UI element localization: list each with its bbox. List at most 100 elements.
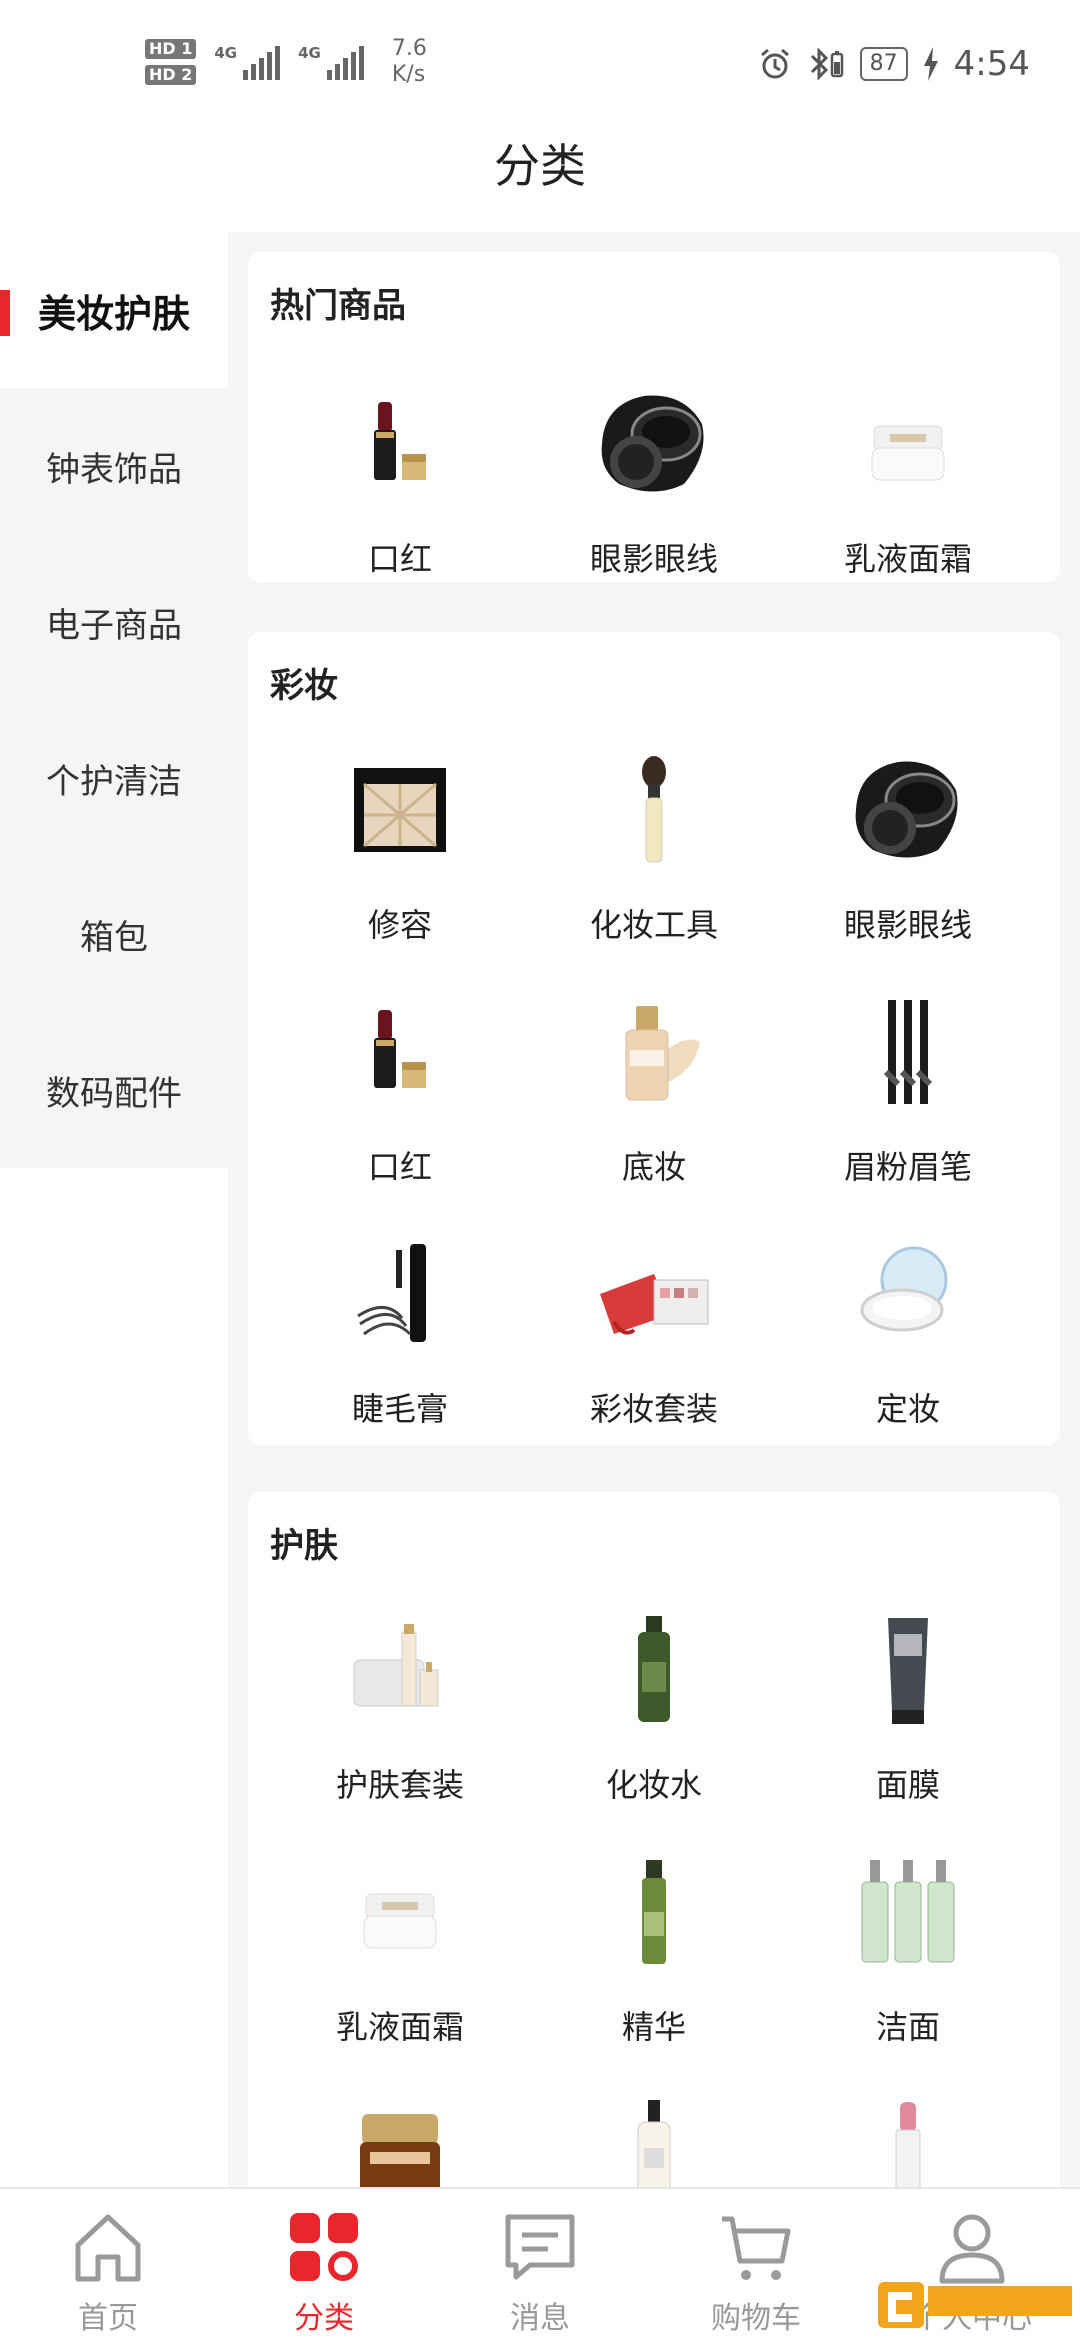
page-title: 分类 xyxy=(494,139,586,193)
lipstick-icon xyxy=(374,1010,426,1088)
category-item-label: 眼影眼线 xyxy=(843,906,972,944)
lip-balm-icon xyxy=(895,2102,921,2187)
category-item-label: 底妆 xyxy=(621,1148,686,1186)
signal-icon-2: 4G xyxy=(298,44,364,80)
watermark-logo xyxy=(878,2282,1072,2328)
category-item[interactable]: 乳液面霜 xyxy=(280,1852,520,2072)
category-item-label: 眼影眼线 xyxy=(589,540,718,578)
category-item[interactable]: 修容 xyxy=(280,750,520,970)
oil-bottle-icon xyxy=(637,2100,671,2187)
sidebar-item-digital-accessories[interactable]: 数码配件 xyxy=(0,1012,228,1168)
category-sidebar: 美妆护肤 钟表饰品 电子商品 个护清洁 箱包 数码配件 xyxy=(0,232,228,1168)
category-item-label: 定妆 xyxy=(875,1390,940,1428)
sidebar-item-personal-care[interactable]: 个护清洁 xyxy=(0,700,228,856)
category-content[interactable]: 热门商品 口红 眼影眼线 乳液面霜 彩妆 修容 化妆工具 眼影眼线 口红 底妆 … xyxy=(228,232,1080,2187)
category-item[interactable]: 乳液面霜 xyxy=(788,384,1028,604)
toner-bottle-icon xyxy=(638,1616,670,1722)
category-item-label: 精华 xyxy=(621,2008,686,2046)
signal-icon-1: 4G xyxy=(214,44,281,80)
category-item-label: 彩妆套装 xyxy=(589,1390,718,1428)
home-icon xyxy=(75,2214,141,2282)
hd-badge-1: HD 1 xyxy=(145,39,197,59)
category-item[interactable]: 口红 xyxy=(280,992,520,1212)
bluetooth-battery-icon xyxy=(810,47,843,81)
nav-label: 消息 xyxy=(510,2301,570,2336)
category-item[interactable]: 精华 xyxy=(534,1852,774,2072)
serum-bottle-icon xyxy=(642,1860,666,1964)
sidebar-item-beauty[interactable]: 美妆护肤 xyxy=(0,232,228,388)
cleanser-bottles-icon xyxy=(861,1860,955,1963)
foundation-bottle-icon xyxy=(625,1006,700,1101)
category-item-label: 口红 xyxy=(367,540,432,578)
category-item-label: 眉粉眉笔 xyxy=(843,1148,972,1186)
eyeliner-jar-icon xyxy=(601,395,704,492)
category-item[interactable] xyxy=(280,2094,520,2187)
nav-label: 分类 xyxy=(294,2301,354,2336)
category-item[interactable]: 眼影眼线 xyxy=(534,384,774,604)
nav-cart[interactable]: 购物车 xyxy=(656,2207,856,2337)
network-speed: 7.6 K/s xyxy=(391,36,427,87)
section-makeup: 彩妆 修容 化妆工具 眼影眼线 口红 底妆 眉粉眉笔 睫毛膏 彩妆套装 定妆 xyxy=(248,632,1060,1445)
powder-compact-icon xyxy=(860,1246,948,1332)
sidebar-item-label: 数码配件 xyxy=(46,1073,182,1114)
mask-tube-icon xyxy=(888,1618,928,1724)
category-item[interactable]: 彩妆套装 xyxy=(534,1234,774,1454)
section-skincare: 护肤 护肤套装 化妆水 面膜 乳液面霜 精华 洁面 xyxy=(248,1492,1060,2187)
clock: 4:54 xyxy=(953,44,1030,84)
sidebar-item-electronics[interactable]: 电子商品 xyxy=(0,544,228,700)
brow-pencil-icon xyxy=(883,1000,933,1104)
nav-home[interactable]: 首页 xyxy=(8,2207,208,2337)
lipstick-icon xyxy=(374,402,426,480)
nav-messages[interactable]: 消息 xyxy=(440,2207,640,2337)
section-hot-products: 热门商品 口红 眼影眼线 乳液面霜 xyxy=(248,252,1060,582)
alarm-icon xyxy=(760,48,789,79)
category-item[interactable]: 眼影眼线 xyxy=(788,750,1028,970)
nav-label: 购物车 xyxy=(711,2301,801,2336)
cream-jar-icon xyxy=(871,425,945,481)
category-item[interactable]: 口红 xyxy=(280,384,520,604)
section-title: 彩妆 xyxy=(270,666,338,706)
cream-jar-icon xyxy=(363,1893,437,1949)
mascara-icon xyxy=(357,1244,426,1342)
section-title: 护肤 xyxy=(270,1526,338,1566)
category-item-label: 乳液面霜 xyxy=(335,2008,464,2046)
category-item-label: 乳液面霜 xyxy=(843,540,972,578)
makeup-brush-icon xyxy=(642,756,666,863)
eyeliner-jar-icon xyxy=(855,761,958,858)
category-item[interactable]: 睫毛膏 xyxy=(280,1234,520,1454)
sidebar-item-bags[interactable]: 箱包 xyxy=(0,856,228,1012)
category-item[interactable] xyxy=(788,2094,1028,2187)
bottom-navigation: 首页 分类 消息 购物车 个人中心 xyxy=(0,2187,1080,2340)
sidebar-item-label: 钟表饰品 xyxy=(46,449,182,490)
category-item[interactable]: 底妆 xyxy=(534,992,774,1212)
category-item[interactable]: 护肤套装 xyxy=(280,1610,520,1830)
sidebar-item-watches-jewelry[interactable]: 钟表饰品 xyxy=(0,388,228,544)
category-item[interactable]: 化妆水 xyxy=(534,1610,774,1830)
category-item-label: 睫毛膏 xyxy=(351,1390,448,1428)
nav-category[interactable]: 分类 xyxy=(224,2207,424,2337)
sidebar-item-label: 箱包 xyxy=(80,917,148,958)
nav-label: 首页 xyxy=(78,2301,138,2336)
category-item[interactable]: 眉粉眉笔 xyxy=(788,992,1028,1212)
sidebar-item-label: 美妆护肤 xyxy=(37,291,190,336)
makeup-kit-icon xyxy=(600,1274,709,1335)
category-item[interactable]: 洁面 xyxy=(788,1852,1028,2072)
category-item-label: 洁面 xyxy=(875,2008,940,2046)
eye-cream-jar-icon xyxy=(360,2114,440,2187)
charging-icon xyxy=(923,47,938,81)
category-item-label: 面膜 xyxy=(875,1766,940,1804)
user-icon xyxy=(939,2214,1005,2284)
hd-badge-2: HD 2 xyxy=(145,65,197,85)
category-item[interactable]: 面膜 xyxy=(788,1610,1028,1830)
status-bar: HD 1 HD 2 4G 4G 7.6 K/s 87 4:54 xyxy=(0,0,1080,120)
category-item[interactable]: 化妆工具 xyxy=(534,750,774,970)
sidebar-item-label: 电子商品 xyxy=(46,605,182,646)
category-item[interactable]: 定妆 xyxy=(788,1234,1028,1454)
sidebar-item-label: 个护清洁 xyxy=(46,761,182,802)
skincare-set-icon xyxy=(353,1624,439,1707)
message-icon xyxy=(505,2214,575,2280)
category-item-label: 修容 xyxy=(367,906,432,944)
category-item-label: 口红 xyxy=(367,1148,432,1186)
cart-icon xyxy=(722,2216,791,2280)
category-item[interactable] xyxy=(534,2094,774,2187)
